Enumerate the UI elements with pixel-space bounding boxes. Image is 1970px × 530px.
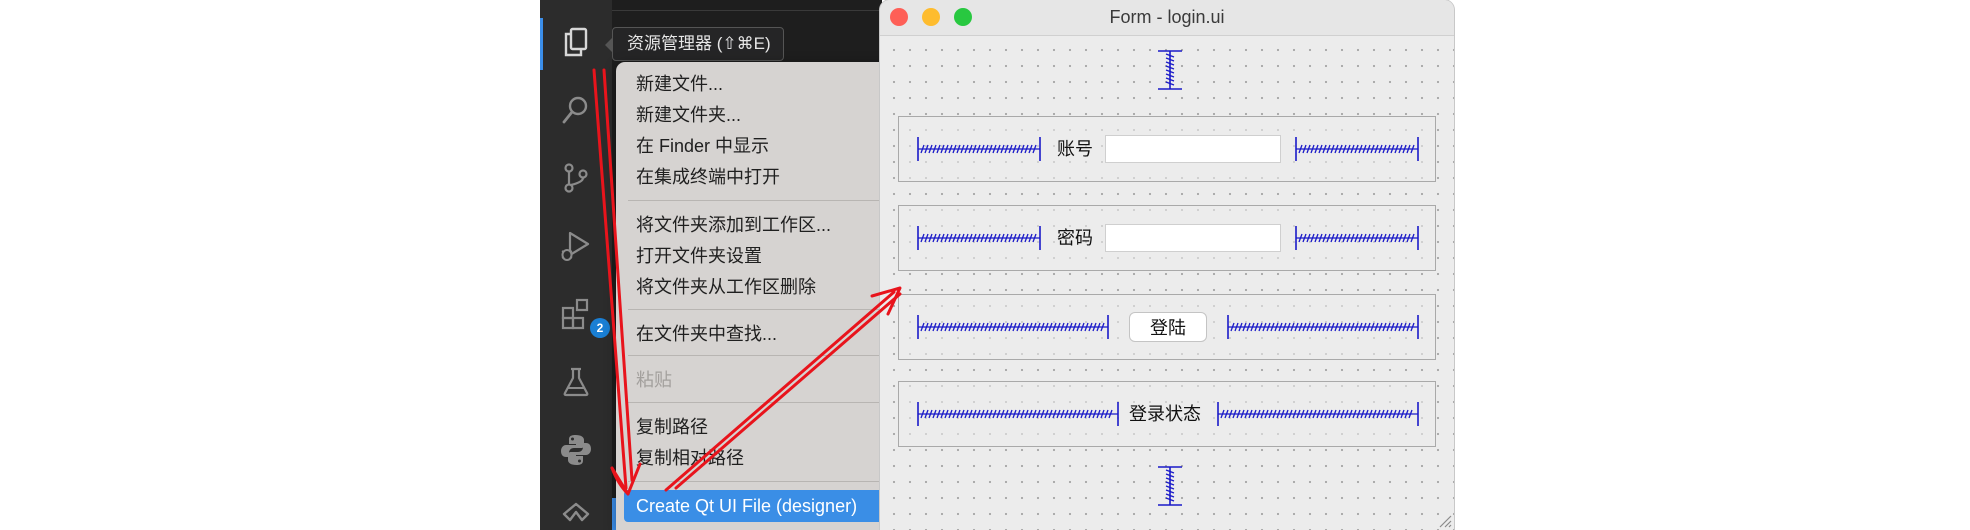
menu-item-find-in-folder[interactable]: 在文件夹中查找... xyxy=(636,322,777,346)
menu-item-copy-path[interactable]: 复制路径 xyxy=(636,415,708,439)
menu-item-open-folder-settings[interactable]: 打开文件夹设置 xyxy=(636,244,762,268)
password-row: 密码 xyxy=(898,205,1436,271)
password-input[interactable] xyxy=(1105,224,1281,252)
menu-item-paste: 粘贴 xyxy=(636,370,672,390)
menu-item-new-folder[interactable]: 新建文件夹... xyxy=(636,103,741,127)
menu-separator xyxy=(628,200,916,201)
screenshot-stage: 2 资源管理器 (⇧⌘E) 新建文件... 新建文件夹... 在 Finder … xyxy=(0,0,1970,530)
form-canvas[interactable]: 账号 密码 登陆 登录状态 xyxy=(880,36,1454,530)
menu-separator xyxy=(628,402,916,403)
account-input[interactable] xyxy=(1105,135,1281,163)
qt-icon[interactable] xyxy=(558,500,594,530)
activity-bar: 2 xyxy=(540,0,612,530)
menu-separator xyxy=(628,481,916,482)
login-row: 登陆 xyxy=(898,294,1436,360)
explorer-icon[interactable] xyxy=(558,24,594,60)
account-label: 账号 xyxy=(1057,139,1093,159)
context-menu: 新建文件... 新建文件夹... 在 Finder 中显示 在集成终端中打开 将… xyxy=(616,62,916,530)
explorer-tooltip: 资源管理器 (⇧⌘E) xyxy=(605,27,784,61)
status-row: 登录状态 xyxy=(898,381,1436,447)
menu-item-copy-relative-path[interactable]: 复制相对路径 xyxy=(636,446,744,470)
qt-designer-window: Form - login.ui 账号 密码 登陆 登录状态 xyxy=(880,0,1454,530)
menu-item-reveal-in-finder[interactable]: 在 Finder 中显示 xyxy=(636,134,769,158)
run-debug-icon[interactable] xyxy=(558,228,594,264)
menu-item-remove-folder-from-workspace[interactable]: 将文件夹从工作区删除 xyxy=(636,275,816,299)
resize-grip-icon[interactable] xyxy=(1438,514,1452,528)
password-label: 密码 xyxy=(1057,228,1093,248)
testing-icon[interactable] xyxy=(558,364,594,400)
active-indicator xyxy=(540,18,543,70)
account-row: 账号 xyxy=(898,116,1436,182)
extensions-badge: 2 xyxy=(590,318,610,338)
search-icon[interactable] xyxy=(558,92,594,128)
menu-item-add-folder-to-workspace[interactable]: 将文件夹添加到工作区... xyxy=(636,213,831,237)
extensions-icon[interactable]: 2 xyxy=(558,296,610,338)
source-control-icon[interactable] xyxy=(558,160,594,196)
menu-separator xyxy=(628,309,916,310)
login-status-label: 登录状态 xyxy=(1129,404,1201,424)
window-titlebar: Form - login.ui xyxy=(880,0,1454,36)
menu-item-create-qt-ui-file[interactable]: Create Qt UI File (designer) xyxy=(636,494,857,518)
menu-item-new-file[interactable]: 新建文件... xyxy=(636,72,723,96)
python-icon[interactable] xyxy=(558,432,594,468)
panel-divider xyxy=(612,10,882,11)
window-title: Form - login.ui xyxy=(1109,7,1225,27)
menu-separator xyxy=(628,355,916,356)
login-button[interactable]: 登陆 xyxy=(1129,312,1207,342)
menu-item-open-in-terminal[interactable]: 在集成终端中打开 xyxy=(636,165,780,189)
